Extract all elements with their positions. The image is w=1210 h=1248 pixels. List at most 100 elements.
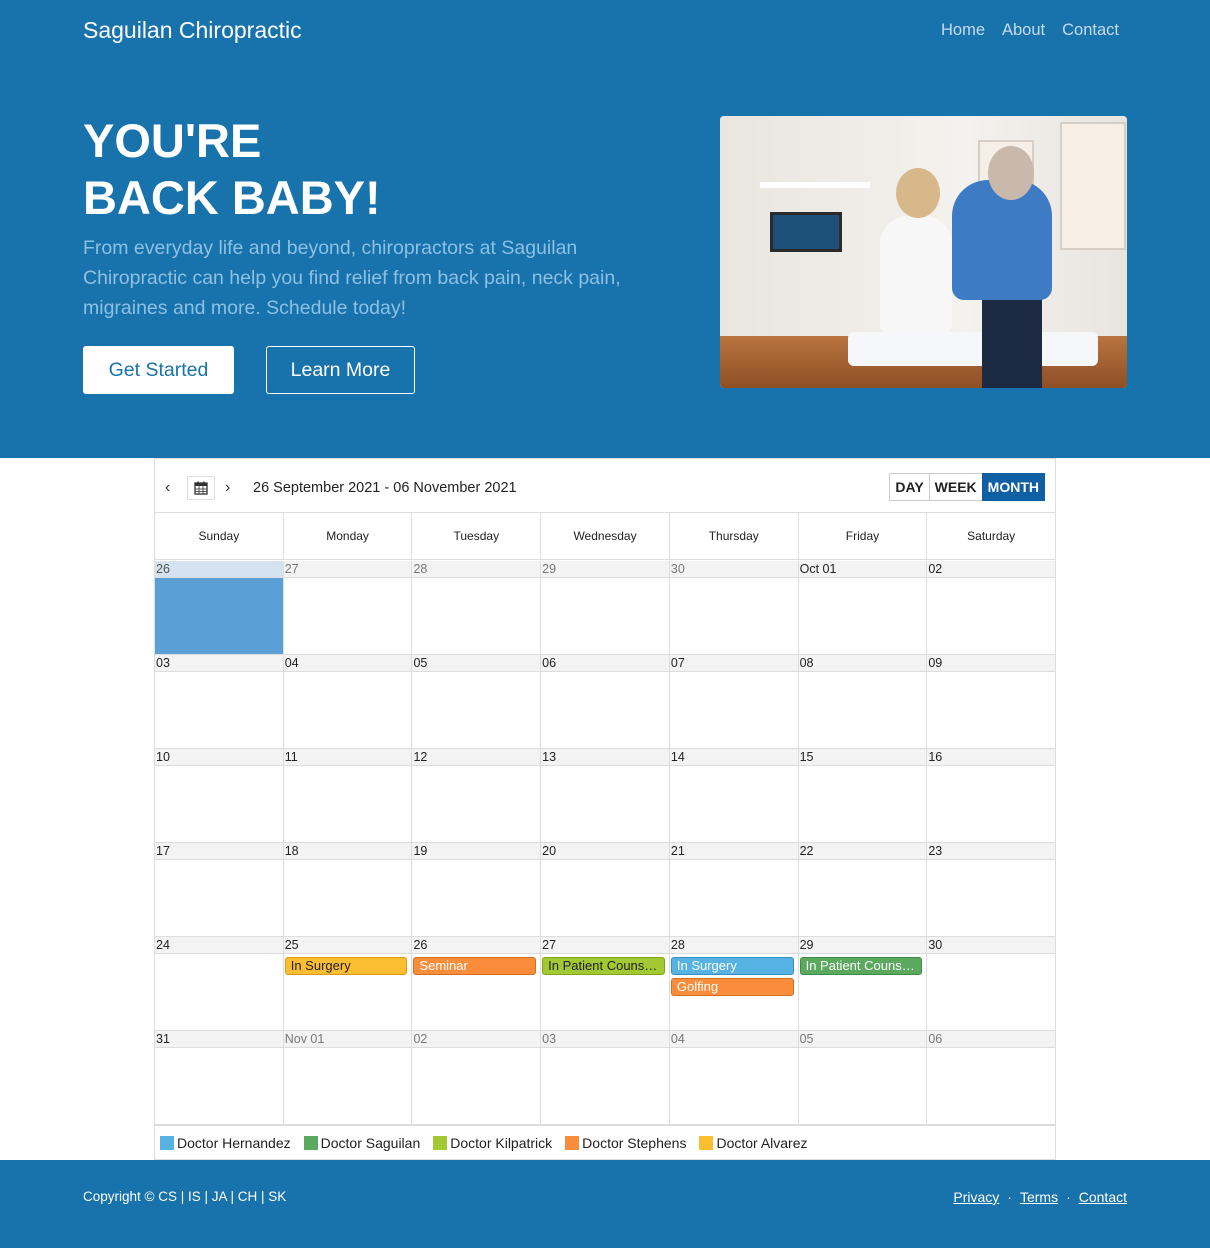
day-slot[interactable] bbox=[541, 860, 669, 936]
terms-link[interactable]: Terms bbox=[1020, 1189, 1058, 1205]
day-cell[interactable]: 17 bbox=[155, 843, 284, 936]
week-view-button[interactable]: WEEK bbox=[928, 473, 983, 501]
day-cell[interactable]: 08 bbox=[798, 655, 928, 748]
day-cell[interactable]: 06 bbox=[541, 655, 670, 748]
day-cell[interactable]: 18 bbox=[283, 843, 413, 936]
day-number[interactable]: 30 bbox=[927, 937, 1056, 954]
day-slot[interactable] bbox=[927, 672, 1055, 748]
day-number[interactable]: 29 bbox=[798, 937, 927, 954]
day-number[interactable]: 31 bbox=[155, 1031, 283, 1048]
day-number[interactable]: 11 bbox=[283, 749, 412, 766]
day-number[interactable]: 14 bbox=[669, 749, 798, 766]
day-cell[interactable]: 09 bbox=[927, 655, 1056, 748]
day-number[interactable]: 27 bbox=[283, 561, 412, 578]
day-slot[interactable] bbox=[284, 766, 412, 842]
day-slot[interactable] bbox=[412, 766, 540, 842]
day-number[interactable]: 09 bbox=[927, 655, 1056, 672]
nav-about-link[interactable]: About bbox=[1002, 21, 1045, 40]
day-number[interactable]: 07 bbox=[669, 655, 798, 672]
day-cell[interactable]: 16 bbox=[927, 749, 1056, 842]
day-cell[interactable]: Oct 01 bbox=[798, 561, 928, 654]
day-slot[interactable] bbox=[799, 672, 927, 748]
previous-period-button[interactable]: ‹ bbox=[165, 479, 170, 497]
day-number[interactable]: 20 bbox=[541, 843, 669, 860]
day-number[interactable]: 22 bbox=[798, 843, 927, 860]
day-cell[interactable]: 05 bbox=[798, 1031, 928, 1124]
calendar-event[interactable]: Seminar bbox=[413, 957, 537, 975]
day-slot[interactable] bbox=[284, 860, 412, 936]
day-slot[interactable] bbox=[155, 860, 283, 936]
day-cell[interactable]: 22 bbox=[798, 843, 928, 936]
calendar-event[interactable]: Golfing bbox=[670, 978, 794, 996]
day-cell[interactable]: 24 bbox=[155, 937, 284, 1030]
day-number[interactable]: 05 bbox=[798, 1031, 927, 1048]
day-cell[interactable]: 12 bbox=[412, 749, 542, 842]
day-number[interactable]: 05 bbox=[412, 655, 541, 672]
brand-name[interactable]: Saguilan Chiropractic bbox=[83, 17, 302, 44]
day-cell[interactable]: 31 bbox=[155, 1031, 284, 1124]
nav-home-link[interactable]: Home bbox=[941, 21, 985, 40]
day-slot[interactable] bbox=[927, 860, 1055, 936]
date-picker-button[interactable] bbox=[187, 476, 215, 500]
day-slot[interactable] bbox=[541, 766, 669, 842]
day-number[interactable]: 06 bbox=[541, 655, 669, 672]
day-slot[interactable] bbox=[799, 860, 927, 936]
day-number[interactable]: 13 bbox=[541, 749, 669, 766]
day-slot[interactable] bbox=[155, 954, 283, 1030]
get-started-button[interactable]: Get Started bbox=[83, 346, 234, 394]
day-cell[interactable]: 04 bbox=[669, 1031, 799, 1124]
day-number[interactable]: 02 bbox=[412, 1031, 541, 1048]
day-number[interactable]: 02 bbox=[927, 561, 1056, 578]
day-cell[interactable]: 05 bbox=[412, 655, 542, 748]
day-number[interactable]: 15 bbox=[798, 749, 927, 766]
day-slot[interactable] bbox=[541, 1048, 669, 1124]
footer-contact-link[interactable]: Contact bbox=[1079, 1189, 1127, 1205]
day-cell[interactable]: 23 bbox=[927, 843, 1056, 936]
day-cell[interactable]: 21 bbox=[669, 843, 799, 936]
day-slot[interactable] bbox=[284, 1048, 412, 1124]
day-view-button[interactable]: DAY bbox=[889, 473, 930, 501]
day-number[interactable]: 28 bbox=[412, 561, 541, 578]
day-slot[interactable] bbox=[670, 578, 798, 654]
day-cell[interactable]: 02 bbox=[927, 561, 1056, 654]
day-slot[interactable] bbox=[799, 766, 927, 842]
day-cell[interactable]: 14 bbox=[669, 749, 799, 842]
day-slot[interactable] bbox=[541, 578, 669, 654]
day-cell[interactable]: 29 bbox=[541, 561, 670, 654]
day-slot[interactable] bbox=[927, 766, 1055, 842]
day-slot[interactable] bbox=[927, 1048, 1055, 1124]
day-cell[interactable]: 19 bbox=[412, 843, 542, 936]
day-cell[interactable]: 29 In Patient Counseling bbox=[798, 937, 928, 1030]
day-cell[interactable]: 28 In Surgery Golfing bbox=[669, 937, 799, 1030]
day-number[interactable]: 23 bbox=[927, 843, 1056, 860]
day-number[interactable]: 06 bbox=[927, 1031, 1056, 1048]
day-cell[interactable]: 15 bbox=[798, 749, 928, 842]
day-slot[interactable] bbox=[927, 578, 1055, 654]
day-cell[interactable]: 13 bbox=[541, 749, 670, 842]
calendar-event[interactable]: In Surgery bbox=[284, 957, 408, 975]
day-cell[interactable]: 03 bbox=[541, 1031, 670, 1124]
privacy-link[interactable]: Privacy bbox=[953, 1189, 999, 1205]
day-number[interactable]: 28 bbox=[669, 937, 798, 954]
day-cell[interactable]: 30 bbox=[669, 561, 799, 654]
day-slot[interactable] bbox=[799, 1048, 927, 1124]
day-number[interactable]: 21 bbox=[669, 843, 798, 860]
day-slot[interactable] bbox=[412, 578, 540, 654]
day-cell[interactable]: 06 bbox=[927, 1031, 1056, 1124]
day-slot[interactable] bbox=[670, 766, 798, 842]
day-slot[interactable] bbox=[927, 954, 1055, 1030]
day-number[interactable]: 08 bbox=[798, 655, 927, 672]
nav-contact-link[interactable]: Contact bbox=[1062, 21, 1119, 40]
day-slot[interactable] bbox=[670, 860, 798, 936]
calendar-event[interactable]: In Patient Counseling bbox=[799, 957, 923, 975]
day-cell[interactable]: 25 In Surgery bbox=[283, 937, 413, 1030]
day-number[interactable]: 18 bbox=[283, 843, 412, 860]
day-number[interactable]: 03 bbox=[155, 655, 283, 672]
calendar-event[interactable]: In Surgery bbox=[670, 957, 794, 975]
day-slot[interactable] bbox=[799, 578, 927, 654]
day-number[interactable]: 26 bbox=[155, 561, 283, 578]
day-slot[interactable] bbox=[155, 766, 283, 842]
day-cell[interactable]: 30 bbox=[927, 937, 1056, 1030]
day-number[interactable]: 25 bbox=[283, 937, 412, 954]
day-cell[interactable]: 07 bbox=[669, 655, 799, 748]
